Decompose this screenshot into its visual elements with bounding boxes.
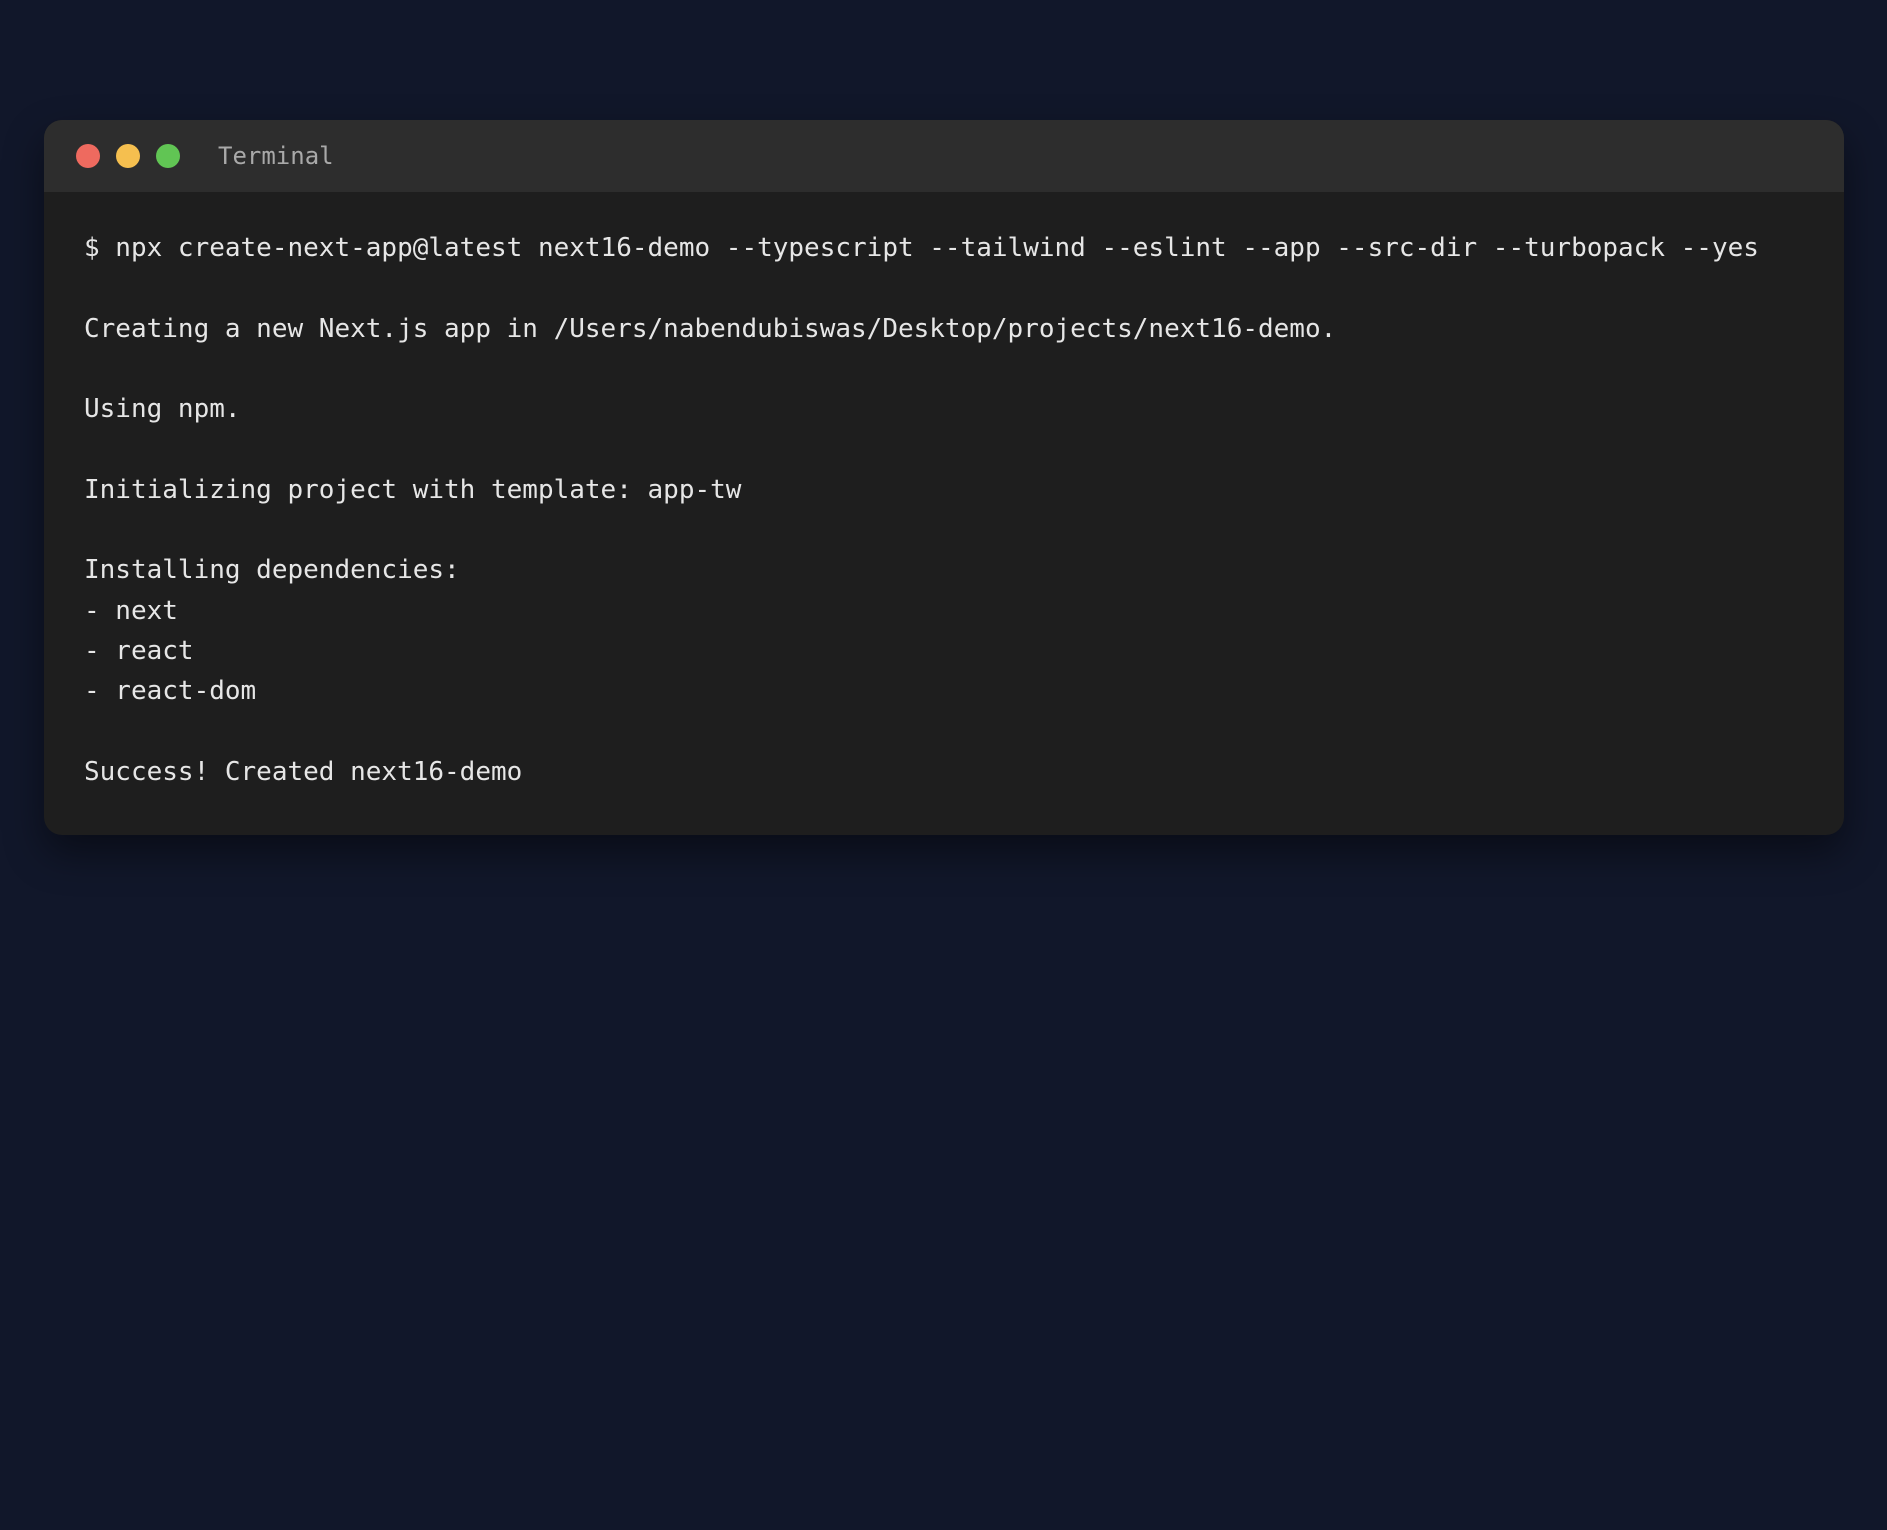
output-line: Initializing project with template: app-… [84, 474, 742, 505]
title-bar: Terminal [44, 120, 1844, 192]
output-line: - next [84, 595, 178, 626]
output-line: - react-dom [84, 676, 257, 707]
terminal-output[interactable]: $ npx create-next-app@latest next16-demo… [44, 192, 1844, 792]
close-window-icon[interactable] [76, 144, 100, 168]
minimize-window-icon[interactable] [116, 144, 140, 168]
window-title: Terminal [218, 142, 334, 170]
output-line: Creating a new Next.js app in /Users/nab… [84, 313, 1337, 344]
command-line: $ npx create-next-app@latest next16-demo… [84, 233, 1759, 263]
zoom-window-icon[interactable] [156, 144, 180, 168]
terminal-window: Terminal $ npx create-next-app@latest ne… [44, 120, 1844, 835]
output-line: - react [84, 635, 194, 666]
output-line: Success! Created next16-demo [84, 756, 523, 787]
output-line: Using npm. [84, 394, 241, 425]
output-line: Installing dependencies: [84, 555, 460, 586]
